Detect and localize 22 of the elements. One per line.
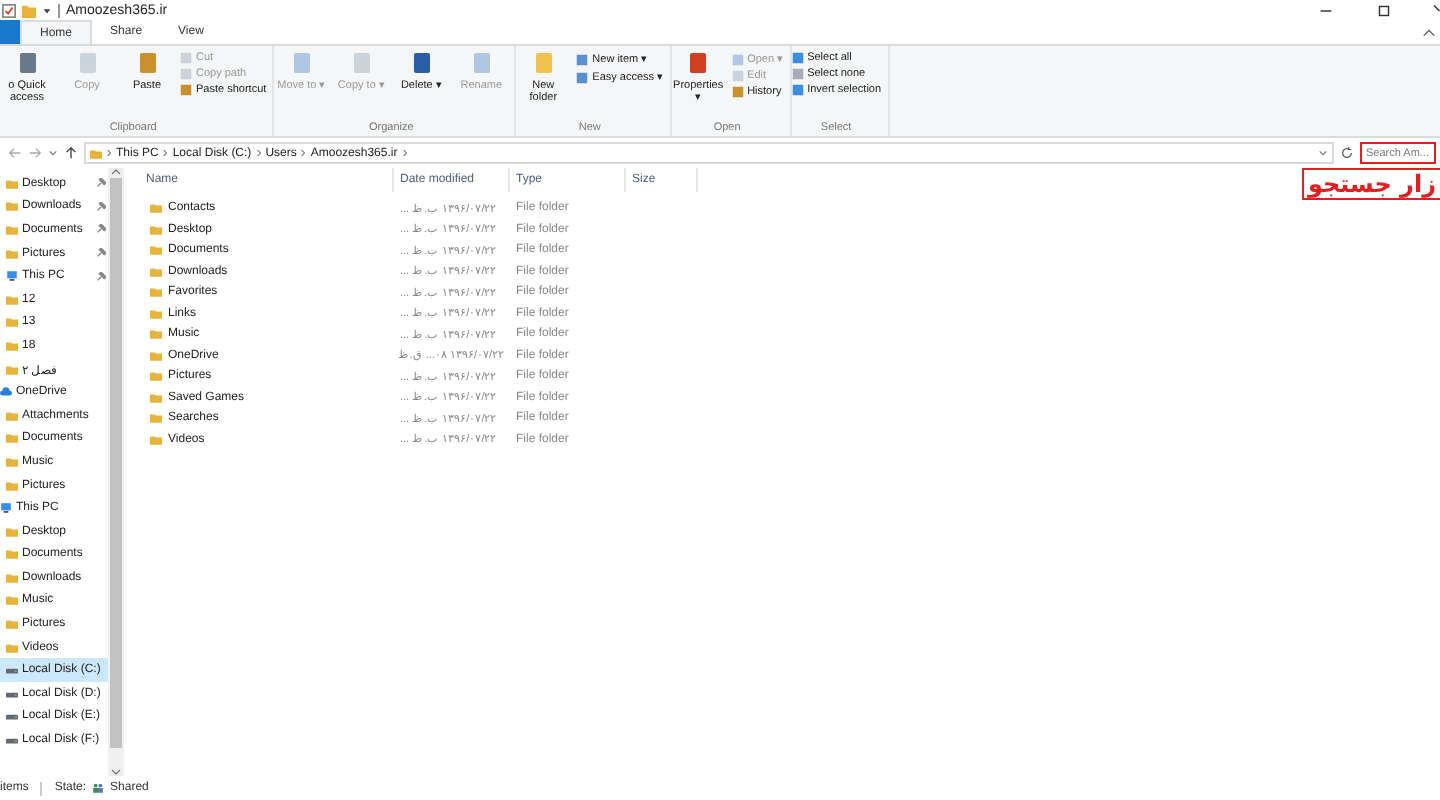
annotation-label: زار جستجو	[1301, 168, 1440, 200]
computer-icon	[6, 270, 18, 283]
people-icon	[92, 782, 105, 794]
drive-icon	[6, 687, 18, 700]
computer-icon	[0, 502, 12, 515]
chevron-icon[interactable]	[255, 148, 262, 158]
chevron-icon[interactable]	[106, 148, 112, 158]
chevron-icon[interactable]	[162, 148, 169, 158]
scroll-down-icon[interactable]	[110, 768, 122, 776]
chevron-icon[interactable]	[401, 148, 408, 158]
chevron-icon[interactable]	[300, 148, 307, 158]
scroll-up-icon[interactable]	[110, 168, 122, 176]
back-icon[interactable]	[8, 146, 22, 160]
cloud-icon	[0, 386, 12, 399]
refresh-icon[interactable]	[1340, 146, 1354, 160]
dropdown-icon[interactable]	[42, 5, 52, 15]
collapse-ribbon-icon[interactable]	[1422, 27, 1436, 37]
scrollbar-thumb[interactable]	[110, 178, 122, 748]
up-icon[interactable]	[64, 146, 78, 160]
drive-icon	[6, 664, 18, 677]
drive-icon	[6, 710, 18, 723]
forward-icon[interactable]	[28, 146, 42, 160]
